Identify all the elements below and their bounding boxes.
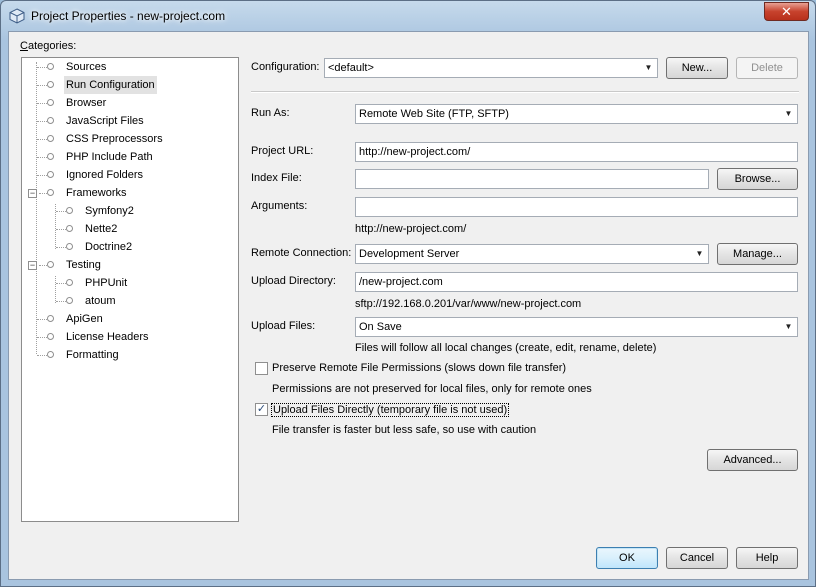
project-url-field[interactable]: http://new-project.com/ <box>355 142 798 162</box>
tree-item-javascript-files[interactable]: JavaScript Files <box>22 112 238 130</box>
tree-item-run-configuration[interactable]: Run Configuration <box>22 76 238 94</box>
collapse-icon[interactable]: − <box>28 189 37 198</box>
node-icon <box>66 243 73 250</box>
tree-item-testing[interactable]: − Testing <box>22 256 238 274</box>
checkmark-icon: ✓ <box>256 403 267 415</box>
tree-item-frameworks[interactable]: − Frameworks <box>22 184 238 202</box>
tree-item-license-headers[interactable]: License Headers <box>22 328 238 346</box>
categories-label: Categories: <box>20 40 77 52</box>
node-icon <box>47 81 54 88</box>
preserve-permissions-label[interactable]: Preserve Remote File Permissions (slows … <box>272 362 566 374</box>
title-bar[interactable]: Project Properties - new-project.com ✕ <box>1 1 815 31</box>
chevron-down-icon: ▼ <box>784 109 793 118</box>
browse-button[interactable]: Browse... <box>717 168 798 190</box>
run-as-value: Remote Web Site (FTP, SFTP) <box>359 108 509 120</box>
upload-directly-checkbox[interactable]: ✓ <box>255 403 268 416</box>
remote-connection-value: Development Server <box>359 248 460 260</box>
configuration-label: Configuration: <box>251 61 320 73</box>
upload-directly-hint: File transfer is faster but less safe, s… <box>272 424 537 436</box>
tree-item-browser[interactable]: Browser <box>22 94 238 112</box>
upload-directory-label: Upload Directory: <box>251 275 336 287</box>
tree-item-css-preprocessors[interactable]: CSS Preprocessors <box>22 130 238 148</box>
cancel-button[interactable]: Cancel <box>666 547 728 569</box>
upload-directly-label[interactable]: Upload Files Directly (temporary file is… <box>271 403 510 417</box>
node-icon <box>47 351 54 358</box>
tree-item-formatting[interactable]: Formatting <box>22 346 238 364</box>
tree-item-phpunit[interactable]: PHPUnit <box>22 274 238 292</box>
chevron-down-icon: ▼ <box>644 63 653 72</box>
node-icon <box>66 279 73 286</box>
new-configuration-button[interactable]: New... <box>666 57 728 79</box>
project-cube-icon <box>9 8 25 24</box>
remote-connection-select[interactable]: Development Server ▼ <box>355 244 709 264</box>
node-icon <box>47 261 54 268</box>
upload-directory-hint: sftp://192.168.0.201/var/www/new-project… <box>355 298 582 310</box>
node-icon <box>47 315 54 322</box>
configuration-select[interactable]: <default> ▼ <box>324 58 658 78</box>
node-icon <box>47 63 54 70</box>
tree-item-sources[interactable]: Sources <box>22 58 238 76</box>
arguments-field[interactable] <box>355 197 798 217</box>
tree-item-doctrine2[interactable]: Doctrine2 <box>22 238 238 256</box>
separator <box>251 91 799 93</box>
tree-item-symfony2[interactable]: Symfony2 <box>22 202 238 220</box>
arguments-label: Arguments: <box>251 200 308 212</box>
tree-item-atoum[interactable]: atoum <box>22 292 238 310</box>
upload-files-select[interactable]: On Save ▼ <box>355 317 798 337</box>
tree-item-php-include-path[interactable]: PHP Include Path <box>22 148 238 166</box>
tree-item-ignored-folders[interactable]: Ignored Folders <box>22 166 238 184</box>
preserve-permissions-checkbox[interactable] <box>255 362 268 375</box>
manage-button[interactable]: Manage... <box>717 243 798 265</box>
close-button[interactable]: ✕ <box>764 2 809 21</box>
index-file-label: Index File: <box>251 172 302 184</box>
upload-directory-field[interactable]: /new-project.com <box>355 272 798 292</box>
chevron-down-icon: ▼ <box>784 322 793 331</box>
remote-connection-label: Remote Connection: <box>251 247 352 259</box>
run-as-label: Run As: <box>251 107 290 119</box>
dialog-window: Project Properties - new-project.com ✕ C… <box>0 0 816 587</box>
node-icon <box>66 225 73 232</box>
tree-item-nette2[interactable]: Nette2 <box>22 220 238 238</box>
configuration-value: <default> <box>328 62 374 74</box>
index-file-field[interactable] <box>355 169 709 189</box>
delete-configuration-button[interactable]: Delete <box>736 57 798 79</box>
help-button[interactable]: Help <box>736 547 798 569</box>
categories-tree[interactable]: Sources Run Configuration Browser JavaSc… <box>21 57 239 522</box>
arguments-hint: http://new-project.com/ <box>355 223 467 235</box>
node-icon <box>66 297 73 304</box>
preserve-permissions-hint: Permissions are not preserved for local … <box>272 383 592 395</box>
collapse-icon[interactable]: − <box>28 261 37 270</box>
upload-files-value: On Save <box>359 321 402 333</box>
close-icon: ✕ <box>781 4 792 19</box>
project-url-label: Project URL: <box>251 145 314 157</box>
node-icon <box>47 117 54 124</box>
node-icon <box>47 333 54 340</box>
run-as-select[interactable]: Remote Web Site (FTP, SFTP) ▼ <box>355 104 798 124</box>
node-icon <box>66 207 73 214</box>
chevron-down-icon: ▼ <box>695 249 704 258</box>
node-icon <box>47 153 54 160</box>
upload-files-label: Upload Files: <box>251 320 316 332</box>
advanced-button[interactable]: Advanced... <box>707 449 798 471</box>
node-icon <box>47 171 54 178</box>
node-icon <box>47 99 54 106</box>
tree-item-apigen[interactable]: ApiGen <box>22 310 238 328</box>
window-title: Project Properties - new-project.com <box>31 9 226 23</box>
node-icon <box>47 189 54 196</box>
upload-files-hint: Files will follow all local changes (cre… <box>355 342 657 354</box>
dialog-content: Categories: Sources Run Configuration Br… <box>8 31 809 580</box>
ok-button[interactable]: OK <box>596 547 658 569</box>
node-icon <box>47 135 54 142</box>
